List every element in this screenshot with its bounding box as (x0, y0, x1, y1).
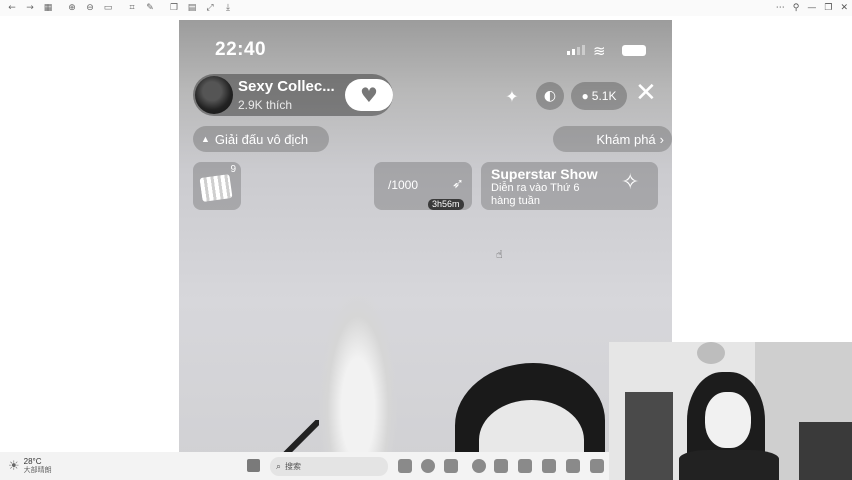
ranking-icon[interactable]: ◐ (536, 82, 564, 110)
progress-card[interactable]: /1000 ➶ 3h56m (374, 162, 472, 210)
taskbar-search[interactable]: ⌕ 搜索 (270, 457, 388, 476)
taskbar-app-7[interactable] (542, 459, 556, 473)
search-label: 搜索 (285, 462, 302, 471)
more-icon[interactable]: ⋯ (776, 3, 785, 13)
back-icon[interactable]: ← (6, 2, 18, 14)
copy-icon[interactable]: ❐ (168, 2, 180, 14)
search-icon: ⌕ (276, 461, 282, 472)
show-title: Superstar Show (491, 166, 598, 182)
superstar-show-card[interactable]: Superstar Show Diễn ra vào Thứ 6 hàng tu… (481, 162, 658, 210)
zoom-out-icon[interactable]: ⊖ (84, 2, 96, 14)
expand-icon[interactable]: ⤢ (204, 2, 216, 14)
cake-count: 9 (230, 164, 236, 175)
pin-icon[interactable]: ⚲ (793, 3, 800, 13)
viewer-count-text: 5.1K (591, 89, 617, 103)
avatar[interactable] (195, 76, 233, 114)
weather-widget[interactable]: ☀ 28°C 大部晴朗 (8, 457, 52, 475)
rocket-icon: ➶ (452, 176, 464, 192)
crop-icon[interactable]: ⌗ (126, 2, 138, 14)
explore-label: Khám phá (596, 131, 656, 147)
wifi-icon: ≋ (593, 42, 606, 60)
timer-badge: 3h56m (428, 199, 464, 210)
taskbar-app-4[interactable] (472, 459, 486, 473)
weather-temperature: 28°C (23, 457, 42, 466)
document-icon[interactable]: ▤ (186, 2, 198, 14)
forward-icon[interactable]: → (24, 2, 36, 14)
cake-icon (199, 174, 233, 202)
restore-icon[interactable]: ❐ (824, 3, 832, 13)
close-window-icon[interactable]: ✕ (840, 3, 848, 13)
signal-icon (567, 45, 585, 55)
creator-likes: 2.9K thích (238, 98, 293, 112)
minimize-icon[interactable]: — (807, 3, 816, 13)
battery-icon (622, 45, 646, 56)
follow-button[interactable]: ♥ (345, 79, 393, 111)
taskbar-app-5[interactable] (494, 459, 508, 473)
sparkle-icon: ✧ (621, 170, 640, 195)
explore-tag[interactable]: Khám phá › (553, 126, 672, 152)
webcam-shelf (625, 392, 673, 480)
flame-icon: ▲ (201, 134, 210, 144)
start-button[interactable] (247, 459, 260, 472)
taskbar: ☀ 28°C 大部晴朗 ⌕ 搜索 (0, 452, 609, 480)
viewer-count[interactable]: ● 5.1K (571, 82, 627, 110)
show-subtitle: Diễn ra vào Thứ 6 hàng tuần (491, 182, 580, 207)
chevron-right-icon: › (659, 131, 664, 147)
tournament-tag[interactable]: ▲ Giải đấu vô địch (193, 126, 329, 152)
taskbar-app-3[interactable] (444, 459, 458, 473)
taskbar-app-9[interactable] (590, 459, 604, 473)
zoom-in-icon[interactable]: ⊕ (66, 2, 78, 14)
taskbar-app-8[interactable] (566, 459, 580, 473)
close-icon[interactable]: ✕ (635, 78, 657, 108)
cake-card[interactable]: 9 (193, 162, 241, 210)
cursor-icon: ☝ (496, 248, 503, 261)
person-icon: ● (581, 89, 589, 103)
webcam-overlay (609, 342, 852, 480)
apps-icon[interactable]: ▦ (42, 2, 54, 14)
heart-plus-icon: ♥ (360, 83, 378, 107)
fit-screen-icon[interactable]: ▭ (102, 2, 114, 14)
weather-description: 大部晴朗 (23, 467, 52, 474)
taskbar-app-6[interactable] (518, 459, 532, 473)
webcam-person-face (705, 392, 751, 448)
status-time: 22:40 (215, 39, 267, 60)
webcam-chair (799, 422, 852, 480)
progress-value: /1000 (388, 178, 419, 192)
webcam-lamp (697, 342, 725, 364)
gift-icon[interactable]: ✦ (497, 82, 527, 110)
tournament-label: Giải đấu vô địch (214, 131, 309, 147)
weather-icon: ☀ (8, 458, 20, 474)
window-controls: ⋯ ⚲ — ❐ ✕ (776, 0, 848, 16)
creator-name: Sexy Collec... (238, 78, 335, 95)
taskbar-app-2[interactable] (421, 459, 435, 473)
download-icon[interactable]: ⤓ (222, 2, 234, 14)
browser-toolbar: ← → ▦ ⊕ ⊖ ▭ ⌗ ✎ ❐ ▤ ⤢ ⤓ ⋯ ⚲ — ❐ ✕ (0, 0, 852, 16)
livestream-view: 22:40 ≋ Sexy Collec... 2.9K thích ♥ ✦ ◐ … (179, 20, 672, 460)
stream-figure (319, 290, 397, 460)
taskbar-app-1[interactable] (398, 459, 412, 473)
webcam-person-body (679, 450, 779, 480)
edit-icon[interactable]: ✎ (144, 2, 156, 14)
